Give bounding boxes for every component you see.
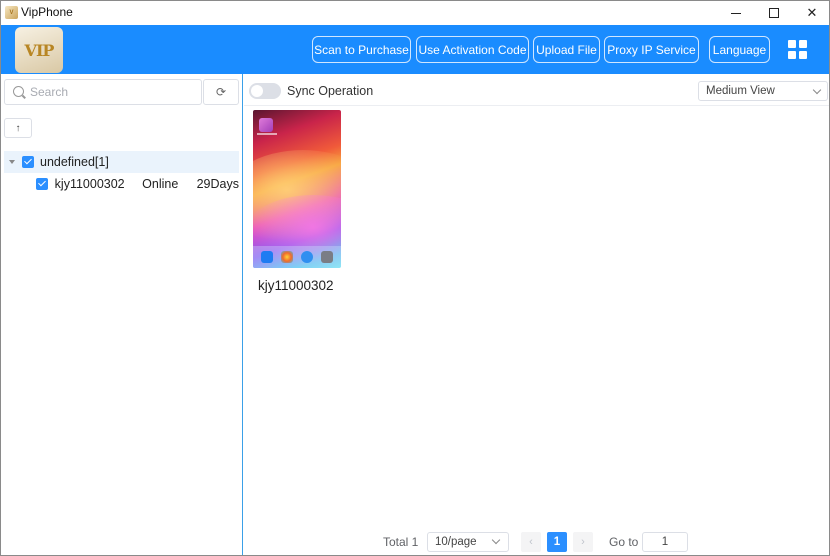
proxy-ip-service-button[interactable]: Proxy IP Service — [604, 36, 699, 63]
page-size-select[interactable]: 10/page — [427, 532, 509, 552]
page-size-value: 10/page — [435, 536, 477, 548]
sync-toggle[interactable] — [249, 83, 281, 99]
use-activation-code-button[interactable]: Use Activation Code — [416, 36, 529, 63]
page-number-current[interactable]: 1 — [547, 532, 567, 552]
goto-page-input[interactable]: 1 — [642, 532, 688, 552]
view-mode-select[interactable]: Medium View — [698, 81, 828, 101]
view-toolbar: Sync Operation Medium View — [244, 74, 829, 106]
prev-page-button[interactable]: ‹ — [521, 532, 541, 552]
upload-file-button[interactable]: Upload File — [533, 36, 600, 63]
maximize-button[interactable] — [755, 1, 793, 25]
device-status: Online — [142, 177, 179, 191]
close-icon: ✕ — [806, 5, 818, 20]
group-label: undefined[1] — [40, 155, 109, 169]
scan-to-purchase-button[interactable]: Scan to Purchase — [312, 36, 411, 63]
chevron-down-icon — [491, 535, 501, 545]
goto-label: Go to — [609, 535, 639, 549]
device-screen-thumbnail[interactable] — [253, 110, 341, 268]
app-store-icon — [261, 251, 273, 263]
move-up-button[interactable]: ↑ — [4, 118, 32, 138]
header-bar: VIP Scan to Purchase Use Activation Code… — [1, 25, 829, 74]
device-card-label: kjy11000302 — [258, 278, 334, 293]
settings-icon — [321, 251, 333, 263]
refresh-button[interactable]: ⟳ — [203, 79, 239, 105]
app-window: V VipPhone ✕ VIP Scan to Purchase Use Ac… — [0, 0, 830, 556]
group-checkbox[interactable] — [22, 156, 34, 168]
vip-logo: VIP — [15, 27, 63, 73]
device-checkbox[interactable] — [36, 178, 48, 190]
chevron-down-icon — [812, 85, 822, 95]
device-sidebar: ⟳ ↑ undefined[1] kjy11000302 Online 29Da… — [1, 74, 243, 555]
search-input[interactable] — [30, 83, 195, 101]
title-bar: V VipPhone ✕ — [1, 1, 829, 25]
minimize-icon — [731, 12, 741, 14]
search-box[interactable] — [4, 79, 202, 105]
device-view-panel: Sync Operation Medium View kjy11000302 T… — [244, 74, 829, 555]
vip-app-icon: V — [5, 6, 18, 19]
grid-icon[interactable] — [788, 40, 808, 60]
maximize-icon — [769, 8, 779, 18]
device-remaining: 29Days — [196, 177, 239, 191]
view-mode-value: Medium View — [706, 85, 775, 97]
refresh-icon: ⟳ — [215, 85, 227, 99]
caret-down-icon[interactable] — [9, 160, 15, 164]
language-button[interactable]: Language — [709, 36, 770, 63]
sync-label: Sync Operation — [287, 84, 374, 98]
next-page-button[interactable]: › — [573, 532, 593, 552]
photos-icon — [281, 251, 293, 263]
pagination-total: Total 1 — [383, 535, 419, 549]
tree-group-row[interactable]: undefined[1] — [4, 151, 239, 173]
search-icon — [13, 86, 24, 97]
tree-device-row[interactable]: kjy11000302 Online 29Days — [4, 173, 239, 195]
phone-dock — [253, 246, 341, 268]
safari-icon — [301, 251, 313, 263]
close-button[interactable]: ✕ — [793, 1, 830, 25]
minimize-button[interactable] — [717, 1, 755, 25]
device-name: kjy11000302 — [54, 177, 125, 191]
app-icon — [259, 118, 273, 132]
window-title: VipPhone — [21, 5, 73, 19]
logo-text: VIP — [24, 40, 55, 60]
